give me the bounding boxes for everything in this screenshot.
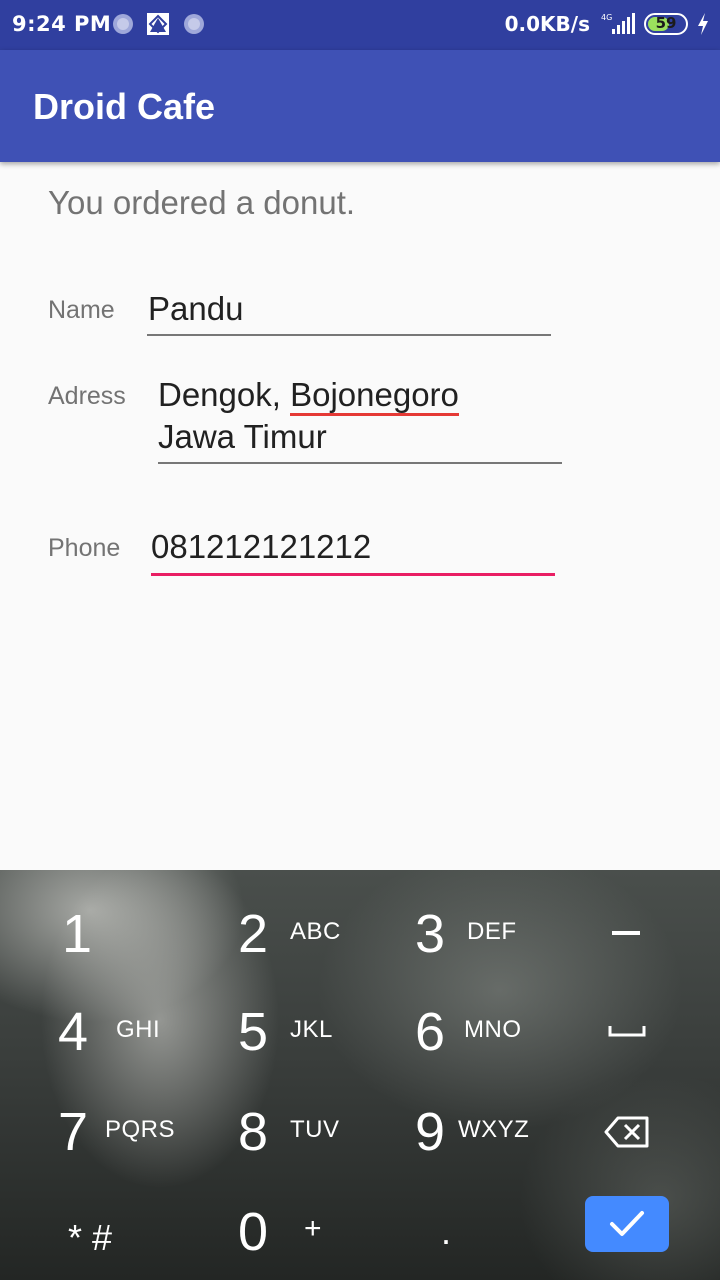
key-digit: 1 (62, 904, 93, 964)
key-5[interactable]: 5 JKL (180, 968, 360, 1068)
key-star-hash-label: * # (68, 1217, 113, 1258)
key-2[interactable]: 2 ABC (180, 870, 360, 970)
notification-dot-icon (113, 14, 133, 34)
key-letters: PQRS (105, 1116, 176, 1143)
key-letters: MNO (464, 1016, 522, 1043)
key-digit: 2 (238, 904, 269, 964)
battery-icon: 59 (644, 13, 688, 35)
phone-field-underline-focused (151, 573, 555, 576)
address-line-1: Dengok, Bojonegoro (158, 374, 459, 416)
key-letters: + (304, 1212, 323, 1245)
status-time: 9:24 PM (12, 12, 112, 36)
app-bar: Droid Cafe (0, 50, 720, 162)
minus-icon[interactable] (612, 930, 640, 936)
key-4[interactable]: 4 GHI (0, 968, 180, 1068)
key-digit: 4 (58, 1002, 89, 1062)
done-button[interactable] (585, 1196, 669, 1252)
key-1[interactable]: 1 (0, 870, 180, 970)
key-letters: WXYZ (458, 1116, 530, 1143)
key-digit: 9 (415, 1102, 446, 1162)
name-label: Name (48, 296, 115, 324)
address-line-2: Jawa Timur (158, 418, 327, 455)
name-field-underline (147, 334, 551, 336)
address-field-underline (158, 462, 562, 464)
key-digit: 8 (238, 1102, 269, 1162)
key-star-hash[interactable]: * # (0, 1168, 180, 1268)
charging-bolt-icon (698, 13, 708, 35)
address-label: Adress (48, 382, 126, 410)
key-period[interactable]: . (357, 1168, 537, 1268)
numeric-keyboard: 1 2 ABC 3 DEF 4 GHI 5 JKL 6 MNO 7 PQRS 8… (0, 870, 720, 1280)
space-icon[interactable] (608, 1024, 646, 1038)
address-field[interactable]: Dengok, Bojonegoro Jawa Timur (158, 374, 459, 458)
key-digit: 0 (238, 1202, 269, 1262)
key-9[interactable]: 9 WXYZ (357, 1068, 537, 1168)
key-letters: TUV (290, 1116, 340, 1143)
key-digit: 3 (415, 904, 446, 964)
key-0[interactable]: 0 + (180, 1168, 360, 1268)
notification-dot-icon (184, 14, 204, 34)
key-8[interactable]: 8 TUV (180, 1068, 360, 1168)
phone-label: Phone (48, 534, 121, 562)
key-digit: 6 (415, 1002, 446, 1062)
key-letters: JKL (290, 1016, 333, 1043)
network-speed: 0.0KB/s (504, 12, 590, 36)
key-digit: 7 (58, 1102, 89, 1162)
key-letters: ABC (290, 918, 341, 945)
address-line-1-city: Dengok, (158, 376, 291, 413)
key-period-label: . (441, 1211, 452, 1252)
key-letters: DEF (467, 918, 517, 945)
key-letters: GHI (116, 1016, 161, 1043)
key-6[interactable]: 6 MNO (357, 968, 537, 1068)
phone-field[interactable]: 081212121212 (151, 526, 371, 568)
key-3[interactable]: 3 DEF (357, 870, 537, 970)
status-bar: 9:24 PM 0.0KB/s 4G 59 (0, 0, 720, 50)
signal-icon: 4G (601, 13, 635, 34)
key-digit: 5 (238, 1002, 269, 1062)
order-message: You ordered a donut. (48, 184, 356, 221)
backspace-icon[interactable] (604, 1116, 650, 1148)
misspelled-word: Bojonegoro (290, 376, 459, 416)
signal-label: 4G (601, 13, 612, 22)
check-icon (610, 1211, 644, 1236)
app-title: Droid Cafe (33, 86, 216, 127)
key-7[interactable]: 7 PQRS (0, 1068, 180, 1168)
photo-app-icon (147, 13, 169, 35)
battery-percent: 59 (655, 14, 677, 32)
name-field[interactable]: Pandu (148, 288, 243, 330)
